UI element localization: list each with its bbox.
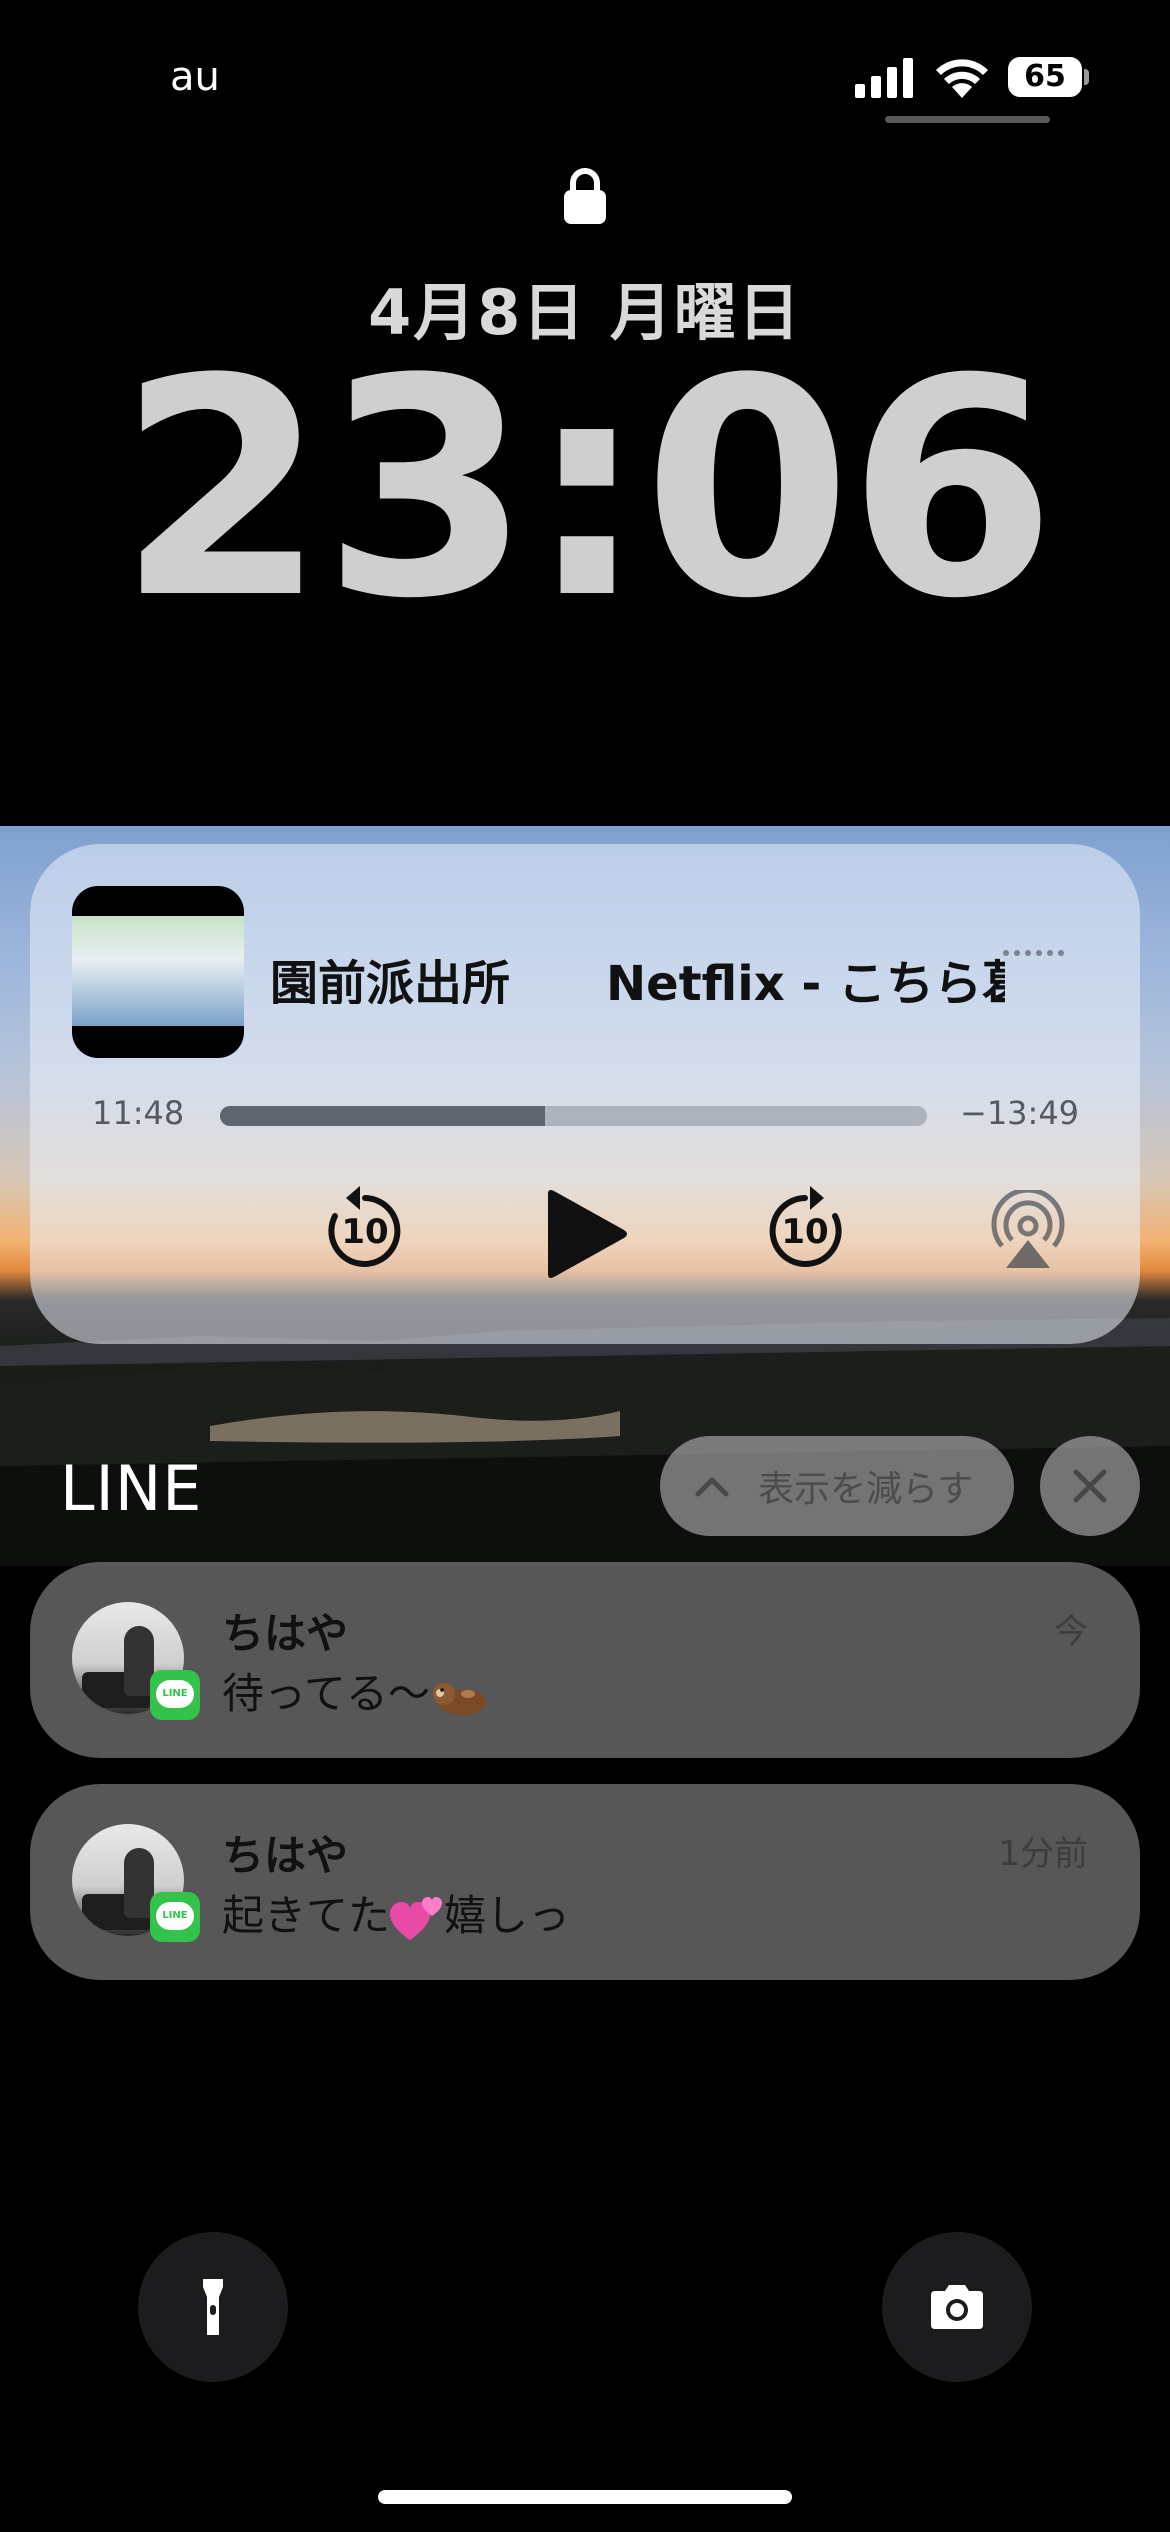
carrier-label: au	[170, 54, 220, 100]
line-logo: LINE	[156, 1680, 194, 1708]
lock-time: 23:06	[117, 315, 1057, 664]
otter-emoji	[432, 1682, 486, 1715]
notification-time: 1分前	[998, 1834, 1088, 1874]
remaining-time: −13:49	[960, 1094, 1080, 1132]
skip-forward-10-icon: 10	[769, 1186, 842, 1267]
playback-progress	[220, 1106, 546, 1126]
two-hearts-emoji	[390, 1896, 443, 1940]
status-bar: au 65	[0, 0, 1170, 150]
line-app-icon: LINE	[150, 1892, 200, 1942]
show-less-button[interactable]: 表示を減らす	[660, 1436, 1014, 1536]
skip-back-10-icon: 10	[328, 1186, 401, 1267]
skip-back-button[interactable]: 10	[320, 1184, 410, 1274]
airplay-button[interactable]	[988, 1187, 1068, 1270]
play-button[interactable]	[540, 1188, 630, 1280]
more-dots-icon[interactable]	[1002, 948, 1066, 958]
status-underline	[885, 116, 1050, 123]
home-indicator[interactable]	[378, 2490, 792, 2504]
camera-icon	[931, 2285, 983, 2329]
skip-forward-label: 10	[781, 1212, 828, 1252]
notification-card[interactable]: LINE ちはや 起きてた 嬉しっ 1分前	[30, 1784, 1140, 1980]
battery-level: 65	[1008, 57, 1082, 97]
airplay-icon	[991, 1187, 1065, 1268]
notification-message: 起きてた 嬉しっ	[222, 1882, 570, 1944]
line-logo: LINE	[156, 1902, 194, 1930]
elapsed-time: 11:48	[92, 1094, 185, 1132]
battery-tip	[1084, 69, 1089, 85]
notification-card[interactable]: LINE ちはや 待ってる〜 今	[30, 1562, 1140, 1758]
clear-notifications-button[interactable]	[1040, 1436, 1140, 1536]
notification-app-name: LINE	[60, 1452, 203, 1525]
flashlight-icon	[203, 2279, 223, 2335]
message-text-before: 起きてた	[222, 1891, 391, 1940]
album-art-image	[72, 916, 244, 1026]
flashlight-button[interactable]	[138, 2232, 288, 2382]
play-icon	[548, 1190, 627, 1278]
album-art[interactable]	[72, 886, 244, 1058]
notification-time: 今	[1054, 1612, 1088, 1652]
cellular-signal-icon	[855, 58, 913, 98]
line-app-icon: LINE	[150, 1670, 200, 1720]
track-title: 園前派出所 Netflix - こちら葛	[270, 956, 1005, 1004]
notification-message: 待ってる〜	[222, 1660, 490, 1721]
chevron-up-icon	[695, 1477, 729, 1497]
camera-button[interactable]	[882, 2232, 1032, 2382]
skip-forward-button[interactable]: 10	[760, 1184, 850, 1274]
playback-scrubber[interactable]	[220, 1106, 927, 1126]
notification-sender: ちはや	[222, 1831, 349, 1880]
battery-indicator: 65	[1008, 57, 1089, 97]
close-icon	[1073, 1469, 1107, 1503]
wifi-icon	[936, 59, 988, 98]
lock-icon	[564, 168, 606, 224]
notification-sender: ちはや	[222, 1609, 349, 1658]
message-text: 待ってる〜	[222, 1669, 430, 1718]
message-text-after: 嬉しっ	[444, 1891, 571, 1940]
now-playing-widget: 園前派出所 Netflix - こちら葛 11:48 −13:49 10 10	[30, 844, 1140, 1344]
skip-back-label: 10	[341, 1212, 388, 1252]
show-less-label: 表示を減らす	[758, 1469, 974, 1510]
